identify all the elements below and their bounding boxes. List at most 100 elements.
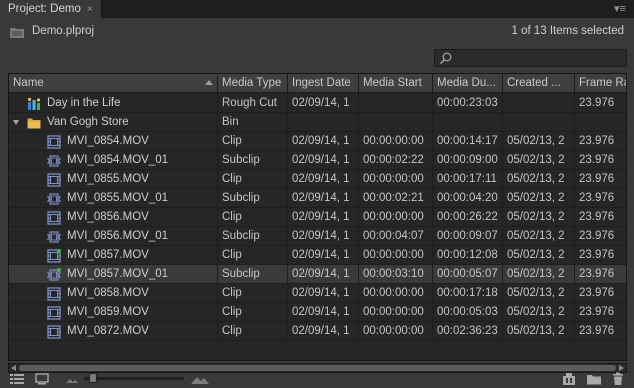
cell-name[interactable]: MVI_0857.MOV_01 — [9, 265, 218, 284]
cell-name[interactable]: MVI_0856.MOV — [9, 208, 218, 227]
cell-media-start: 00:00:02:21 — [359, 189, 433, 208]
cell-ingest-date: 02/09/14, 1 — [288, 322, 359, 341]
clip-icon — [47, 173, 61, 187]
cell-ingest-date: 02/09/14, 1 — [288, 246, 359, 265]
cell-name[interactable]: MVI_0859.MOV — [9, 303, 218, 322]
cell-ingest-date: 02/09/14, 1 — [288, 94, 359, 113]
cell-media-type: Subclip — [218, 151, 288, 170]
clip-icon — [47, 135, 61, 149]
icon-view-icon[interactable] — [34, 372, 50, 386]
cell-ingest-date: 02/09/14, 1 — [288, 132, 359, 151]
cell-created: 05/02/13, 2 — [503, 151, 575, 170]
cell-name[interactable]: MVI_0858.MOV — [9, 284, 218, 303]
cell-media-duration: 00:00:04:20 — [433, 189, 503, 208]
project-file-name: Demo.plproj — [32, 25, 94, 37]
cell-frame-rate: 23.976 — [575, 170, 626, 189]
cell-media-start: 00:00:03:10 — [359, 265, 433, 284]
panel-tab-bar: Project: Demo × ▾≡ — [0, 0, 634, 18]
new-bin-icon[interactable] — [561, 372, 577, 386]
cell-created: 05/02/13, 2 — [503, 189, 575, 208]
table-row[interactable]: MVI_0854.MOV_01 Subclip 02/09/14, 1 00:00:0… — [9, 151, 626, 170]
close-icon[interactable]: × — [87, 4, 93, 15]
table-row[interactable]: MVI_0858.MOV Clip 02/09/14, 1 00:00:00:00 00… — [9, 284, 626, 303]
table-row[interactable]: MVI_0856.MOV Clip 02/09/14, 1 00:00:00:00 00… — [9, 208, 626, 227]
search-input[interactable] — [434, 49, 627, 67]
cell-media-start: 00:00:00:00 — [359, 246, 433, 265]
column-header-media-start[interactable]: Media Start — [359, 74, 433, 93]
zoom-slider-track[interactable] — [84, 377, 184, 380]
disclosure-triangle-icon[interactable] — [13, 120, 19, 125]
table-row[interactable]: MVI_0857.MOV Clip 02/09/14, 1 00:00:00:00 00… — [9, 246, 626, 265]
cell-created: 05/02/13, 2 — [503, 170, 575, 189]
project-table: Name Media Type Ingest Date Media Start Medi… — [8, 73, 627, 361]
zoom-in-mountain-icon[interactable] — [190, 372, 210, 386]
cell-name[interactable]: MVI_0854.MOV_01 — [9, 151, 218, 170]
table-row[interactable]: MVI_0855.MOV_01 Subclip 02/09/14, 1 00:00:0… — [9, 189, 626, 208]
cell-frame-rate: 23.976 — [575, 265, 626, 284]
table-row[interactable]: MVI_0857.MOV_01 Subclip 02/09/14, 1 00:00:0… — [9, 265, 626, 284]
cell-ingest-date: 02/09/14, 1 — [288, 227, 359, 246]
zoom-slider-thumb[interactable] — [89, 373, 97, 383]
cell-ingest-date: 02/09/14, 1 — [288, 265, 359, 284]
cell-created: 05/02/13, 2 — [503, 132, 575, 151]
cell-frame-rate: 23.976 — [575, 322, 626, 341]
cell-frame-rate: 23.976 — [575, 151, 626, 170]
cell-created: 05/02/13, 2 — [503, 322, 575, 341]
item-name: MVI_0855.MOV — [67, 173, 149, 185]
table-row[interactable]: MVI_0859.MOV Clip 02/09/14, 1 00:00:00:00 00… — [9, 303, 626, 322]
cell-media-type: Clip — [218, 246, 288, 265]
cell-name[interactable]: MVI_0856.MOV_01 — [9, 227, 218, 246]
table-row[interactable]: Day in the Life Rough Cut 02/09/14, 1 00:00… — [9, 94, 626, 113]
cell-frame-rate — [575, 113, 626, 132]
cell-media-type: Subclip — [218, 227, 288, 246]
panel-menu-icon[interactable]: ▾≡ — [610, 1, 630, 17]
cell-name[interactable]: MVI_0854.MOV — [9, 132, 218, 151]
column-header-ingest-date[interactable]: Ingest Date — [288, 74, 359, 93]
tab-project[interactable]: Project: Demo × — [0, 0, 102, 18]
project-file-icon — [10, 28, 24, 38]
cell-media-duration: 00:00:05:07 — [433, 265, 503, 284]
cell-media-start: 00:00:04:07 — [359, 227, 433, 246]
rough-cut-icon — [27, 97, 41, 111]
subclip-icon — [47, 230, 61, 244]
cell-media-start: 00:00:00:00 — [359, 170, 433, 189]
cell-created: 05/02/13, 2 — [503, 246, 575, 265]
column-header-media-type[interactable]: Media Type — [218, 74, 288, 93]
sort-ascending-icon[interactable] — [205, 80, 213, 85]
table-row[interactable]: MVI_0855.MOV Clip 02/09/14, 1 00:00:00:00 00… — [9, 170, 626, 189]
cell-media-start — [359, 113, 433, 132]
cell-media-duration: 00:00:12:08 — [433, 246, 503, 265]
table-header: Name Media Type Ingest Date Media Start Medi… — [9, 74, 626, 93]
item-name: Day in the Life — [47, 97, 121, 109]
folder-icon[interactable] — [586, 372, 602, 386]
cell-name[interactable]: MVI_0855.MOV — [9, 170, 218, 189]
cell-ingest-date: 02/09/14, 1 — [288, 303, 359, 322]
cell-media-type: Clip — [218, 303, 288, 322]
zoom-out-mountain-icon[interactable] — [64, 372, 80, 386]
subclip-icon — [47, 192, 61, 206]
table-row[interactable]: MVI_0872.MOV Clip 02/09/14, 1 00:00:00:00 00… — [9, 322, 626, 341]
table-row[interactable]: Van Gogh Store Bin — [9, 113, 626, 132]
trash-icon[interactable] — [610, 372, 626, 386]
cell-name[interactable]: MVI_0872.MOV — [9, 322, 218, 341]
column-header-media-duration[interactable]: Media Du... — [433, 74, 503, 93]
list-view-icon[interactable] — [9, 372, 25, 386]
cell-created: 05/02/13, 2 — [503, 208, 575, 227]
cell-name[interactable]: Day in the Life — [9, 94, 218, 113]
cell-media-type: Rough Cut — [218, 94, 288, 113]
subclip-used-icon — [47, 268, 61, 282]
column-header-created[interactable]: Created ... — [503, 74, 575, 93]
column-header-frame-rate[interactable]: Frame Ra — [575, 74, 626, 93]
cell-name[interactable]: Van Gogh Store — [9, 113, 218, 132]
cell-name[interactable]: MVI_0855.MOV_01 — [9, 189, 218, 208]
column-header-name[interactable]: Name — [9, 74, 218, 93]
cell-frame-rate: 23.976 — [575, 189, 626, 208]
item-name: MVI_0854.MOV_01 — [67, 154, 169, 166]
cell-name[interactable]: MVI_0857.MOV — [9, 246, 218, 265]
table-row[interactable]: MVI_0856.MOV_01 Subclip 02/09/14, 1 00:00:0… — [9, 227, 626, 246]
item-name: MVI_0858.MOV — [67, 287, 149, 299]
table-row[interactable]: MVI_0854.MOV Clip 02/09/14, 1 00:00:00:00 00… — [9, 132, 626, 151]
cell-media-type: Subclip — [218, 265, 288, 284]
cell-media-start: 00:00:02:22 — [359, 151, 433, 170]
cell-media-type: Bin — [218, 113, 288, 132]
